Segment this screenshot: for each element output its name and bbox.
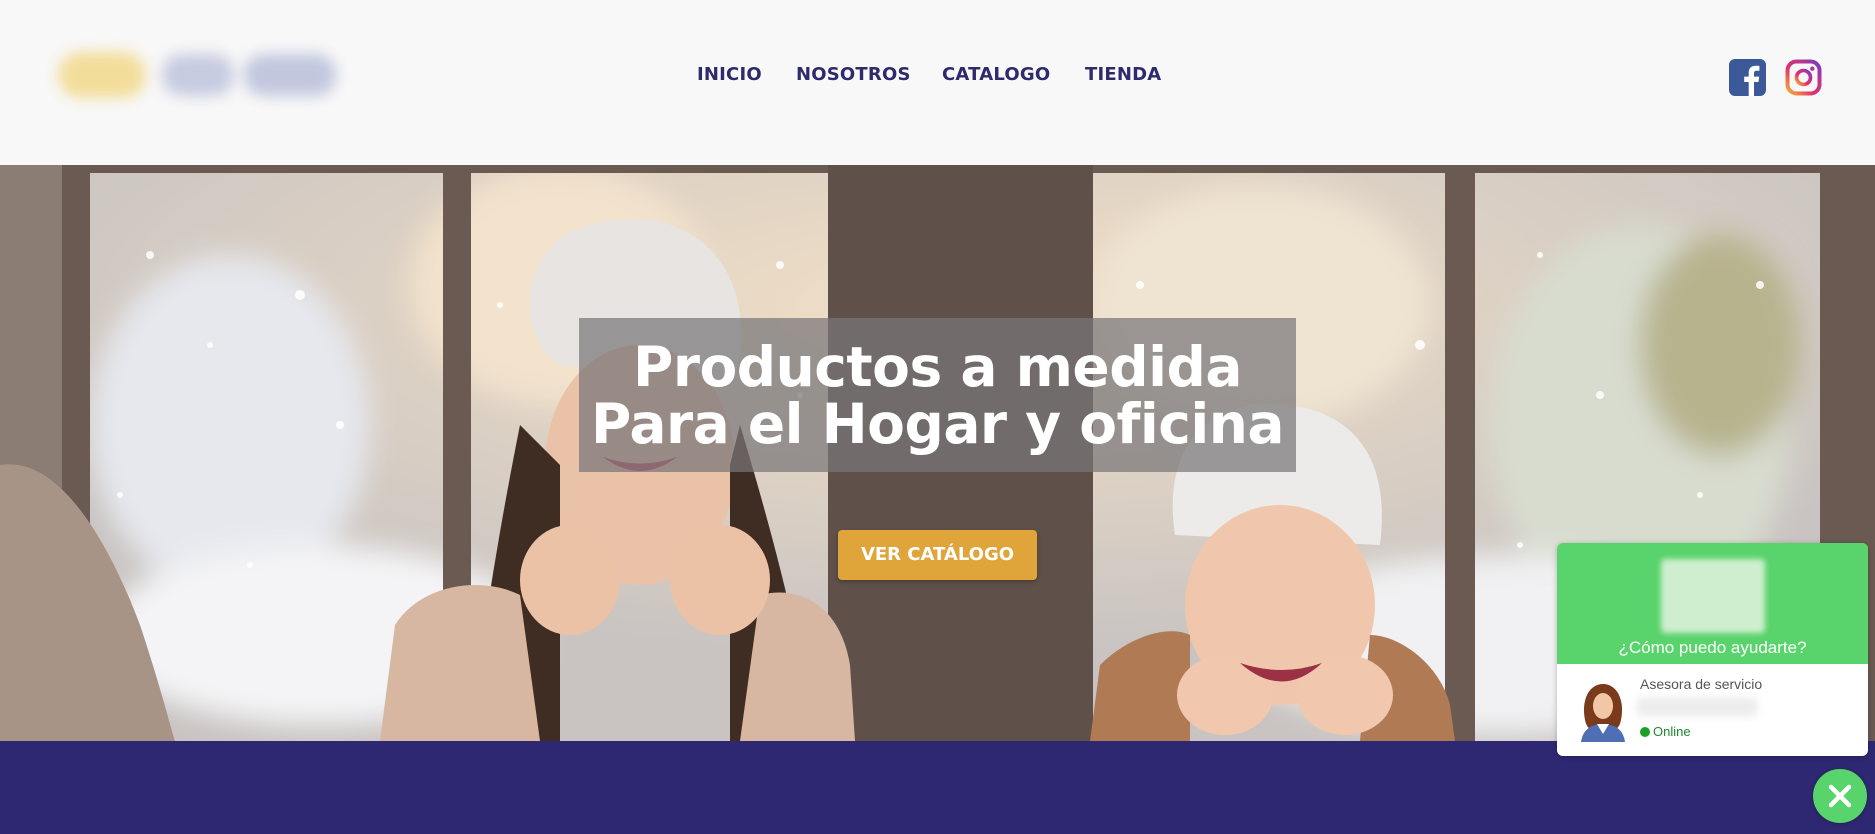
hero-headline-line2: Para el Hogar y oficina [591, 392, 1285, 456]
chat-close-button[interactable] [1813, 769, 1867, 823]
agent-status-label: Online [1653, 724, 1691, 739]
close-icon [1828, 784, 1852, 808]
chat-logo [1661, 559, 1765, 633]
agent-avatar [1581, 684, 1625, 742]
facebook-icon[interactable] [1729, 59, 1766, 96]
main-nav: INICIO NOSOTROS CATALOGO TIENDA [0, 64, 1875, 92]
hero-headline-box: Productos a medida Para el Hogar y ofici… [579, 318, 1296, 472]
agent-role: Asesora de servicio [1640, 676, 1763, 692]
chat-header: ¿Cómo puedo ayudarte? [1557, 543, 1868, 664]
chat-title: ¿Cómo puedo ayudarte? [1618, 638, 1807, 657]
chat-widget[interactable]: ¿Cómo puedo ayudarte? Asesora de servici… [1557, 543, 1868, 756]
hero-headline-line1: Productos a medida [633, 335, 1242, 399]
instagram-icon[interactable] [1785, 59, 1822, 96]
nav-item-tienda[interactable]: TIENDA [1085, 64, 1161, 85]
agent-status: Online [1640, 724, 1691, 739]
nav-item-inicio[interactable]: INICIO [697, 64, 762, 85]
view-catalog-button[interactable]: VER CATÁLOGO [838, 530, 1037, 580]
nav-item-catalogo[interactable]: CATALOGO [942, 64, 1050, 85]
site-header: INICIO NOSOTROS CATALOGO TIENDA [0, 0, 1875, 165]
online-dot-icon [1640, 727, 1650, 737]
agent-name [1637, 698, 1757, 716]
nav-item-nosotros[interactable]: NOSOTROS [796, 64, 911, 85]
